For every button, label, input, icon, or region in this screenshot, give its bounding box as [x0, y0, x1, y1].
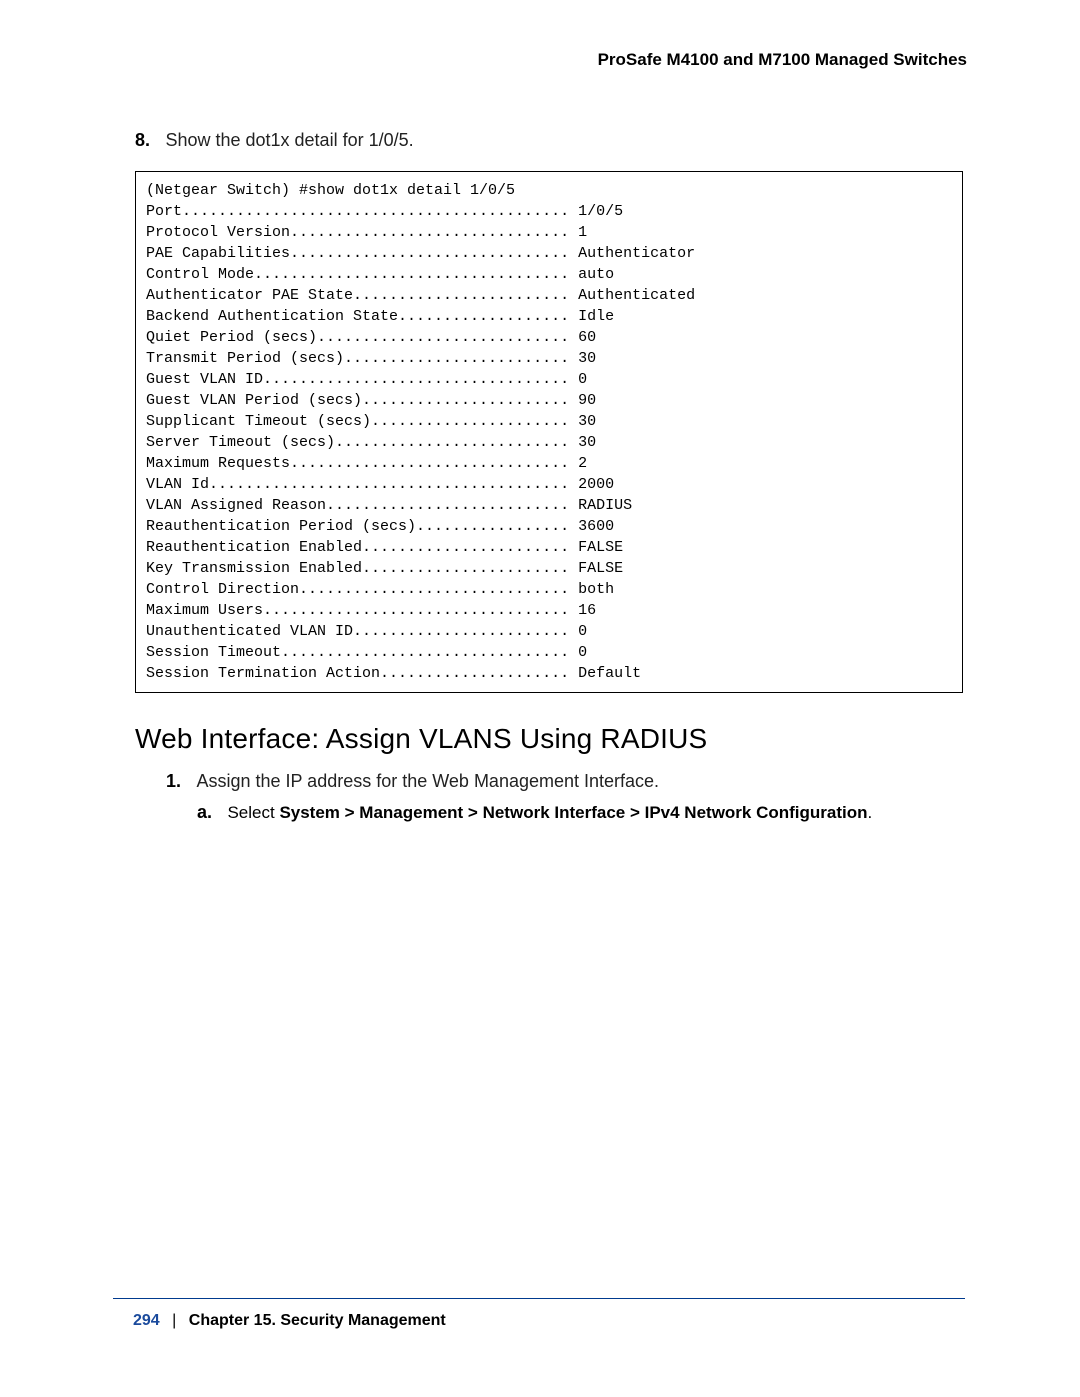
step-1a-suffix: .: [868, 803, 873, 822]
footer-divider: [113, 1298, 965, 1299]
code-output-block: (Netgear Switch) #show dot1x detail 1/0/…: [135, 171, 963, 693]
footer-separator: |: [172, 1312, 176, 1329]
step-1-text: Assign the IP address for the Web Manage…: [196, 771, 659, 791]
step-8-number: 8.: [135, 130, 161, 151]
step-1: 1. Assign the IP address for the Web Man…: [166, 771, 965, 792]
step-1a-prefix: Select: [227, 803, 279, 822]
page-footer: 294 | Chapter 15. Security Management: [133, 1312, 446, 1330]
main-content: 8. Show the dot1x detail for 1/0/5. (Net…: [135, 130, 965, 823]
footer-chapter: Chapter 15. Security Management: [189, 1312, 446, 1329]
step-1a-letter: a.: [197, 802, 223, 823]
section-heading: Web Interface: Assign VLANS Using RADIUS: [135, 723, 965, 755]
step-1-number: 1.: [166, 771, 192, 792]
step-1a-bold: System > Management > Network Interface …: [279, 803, 867, 822]
step-8: 8. Show the dot1x detail for 1/0/5.: [135, 130, 965, 151]
page-header: ProSafe M4100 and M7100 Managed Switches: [598, 50, 967, 70]
step-8-text: Show the dot1x detail for 1/0/5.: [165, 130, 413, 150]
page-number: 294: [133, 1312, 160, 1329]
step-1a: a. Select System > Management > Network …: [197, 802, 965, 823]
